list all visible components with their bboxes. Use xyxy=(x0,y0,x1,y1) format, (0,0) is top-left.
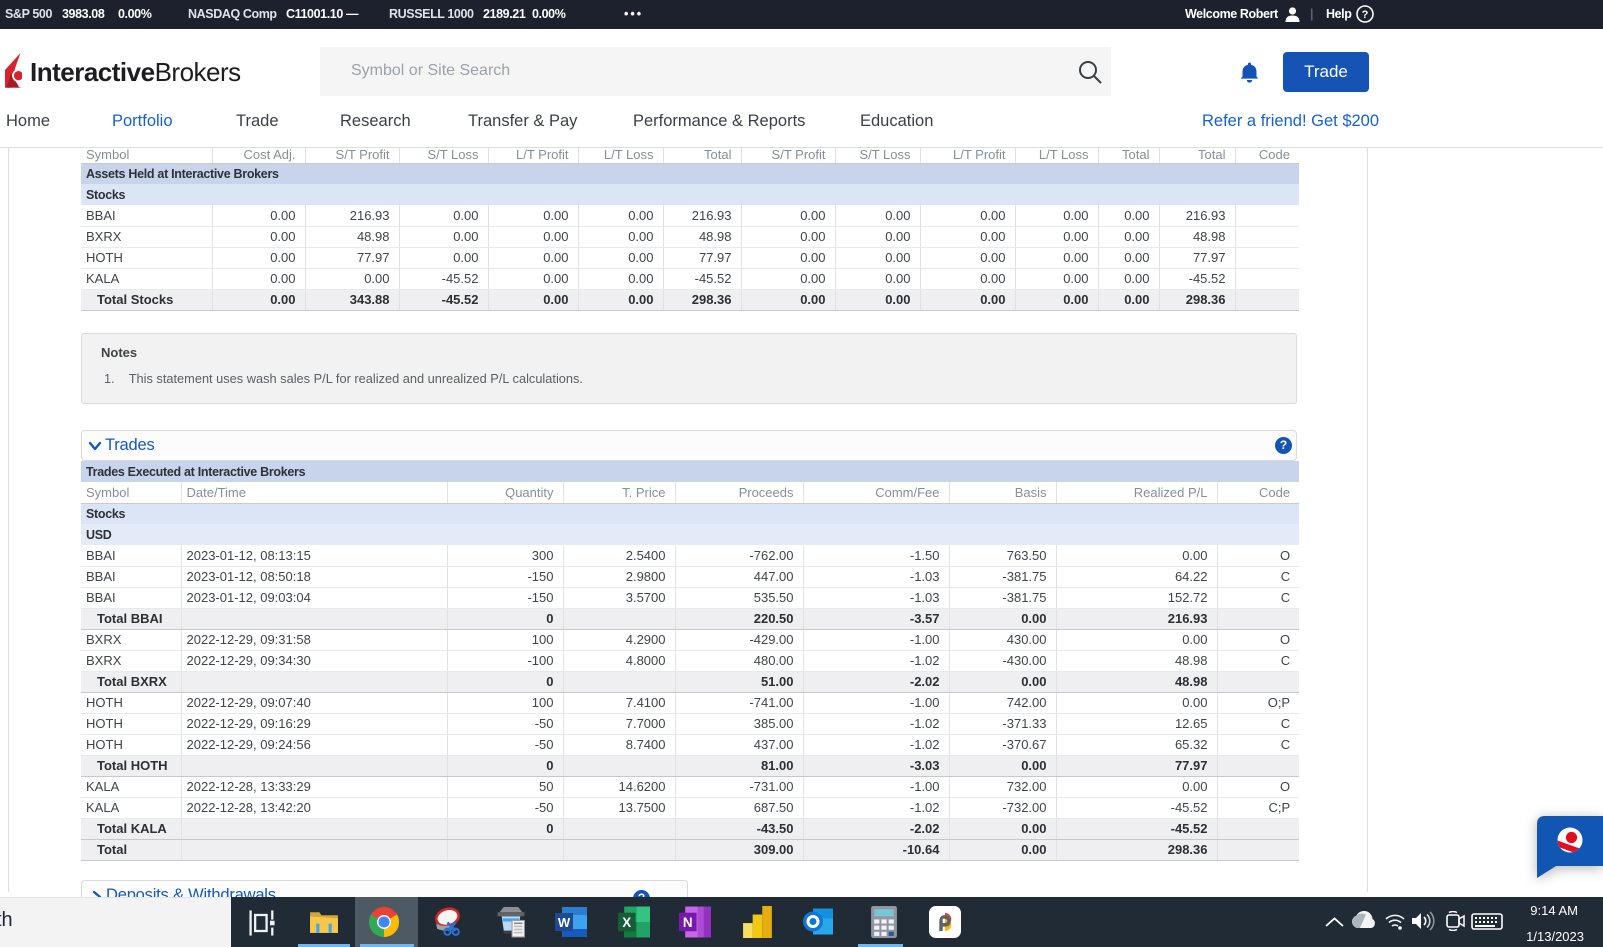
svg-text:?: ? xyxy=(1362,9,1369,21)
svg-text:W: W xyxy=(558,915,571,930)
svg-text:X: X xyxy=(622,915,631,930)
svg-text:N: N xyxy=(683,915,693,930)
